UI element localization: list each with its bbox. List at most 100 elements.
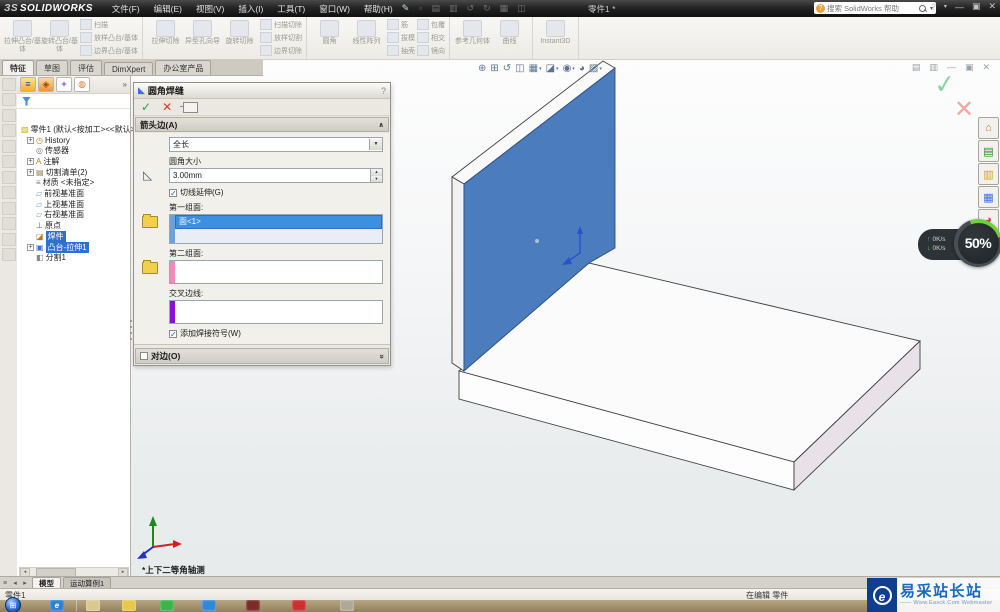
section-view-icon[interactable]: ◫ [515,63,524,75]
sketch-tool-icon[interactable] [1,108,16,122]
toolbar-button[interactable]: 曲线 [491,18,528,46]
detailed-preview-icon[interactable] [180,101,199,113]
tree-item[interactable]: ⊥ 原点 [27,221,61,231]
quick-access-icon[interactable]: ▤ [431,3,440,14]
expand-icon[interactable]: + [27,157,34,165]
menu-item[interactable]: 窗口(W) [312,3,357,15]
windows-explorer-icon[interactable] [86,600,100,611]
toolbar-button[interactable]: 扫描切除 [259,18,302,31]
toolbar-button[interactable]: 镜向 [416,44,445,57]
tree-item[interactable]: ▱ 上视基准面 [27,199,84,209]
toolbar-button[interactable]: 放样凸台/基体 [80,31,138,44]
origin-point[interactable] [535,239,539,243]
toolbar-button[interactable]: 异型孔向导 [184,18,221,46]
tree-item[interactable]: + A 注解 [27,156,59,166]
toolbar-button[interactable]: 包覆 [416,18,445,31]
menu-item[interactable]: 编辑(E) [147,3,189,15]
dimxpertmanager-tab-icon[interactable]: ◍ [74,76,90,92]
checkbox-unchecked-icon[interactable] [140,352,148,360]
tree-item[interactable]: + ▣ 凸台-拉伸1 [27,241,89,253]
quick-access-icon[interactable]: ▥ [449,3,458,14]
restore-doc-icon[interactable]: ▣ [965,62,974,73]
group2-selection-list[interactable] [169,260,383,284]
tab-办公室产品[interactable]: 办公室产品 [155,60,212,75]
sketch-tool-icon[interactable] [1,124,16,137]
confirm-cancel-icon[interactable]: ✕ [954,95,974,124]
tree-item[interactable]: ▱ 右视基准面 [27,210,84,220]
toolbar-button[interactable]: 放样切割 [259,31,302,44]
tab-草图[interactable]: 草图 [36,60,68,75]
menu-item[interactable]: 帮助(H) [357,3,400,15]
panel-expand-icon[interactable]: » [123,80,127,89]
tab-scroll-icon[interactable]: ◂ [10,579,20,587]
quick-access-icon[interactable]: ▦ [500,3,509,14]
tree-item[interactable]: ≡ 材质 <未指定> [27,178,94,188]
toolbar-button[interactable]: 线性阵列 [348,18,385,46]
cancel-button[interactable]: ✕ [162,101,172,113]
display-style-icon[interactable]: ◪ [546,63,555,75]
filter-funnel-icon[interactable] [22,96,31,106]
quick-access-icon[interactable]: ◫ [517,3,526,14]
sketch-tool-icon[interactable] [1,77,16,91]
file-explorer-icon[interactable]: ▥ [978,163,999,185]
arrow-side-section-header[interactable]: 箭头边(A) ∧ [135,117,389,132]
selected-face-item[interactable]: 面<1> [175,215,382,229]
tab-评估[interactable]: 评估 [70,60,102,75]
toolbar-button[interactable]: 边界切除 [259,44,302,57]
toolbar-button[interactable]: 圆角 [311,18,348,46]
tree-item[interactable]: ◪ 焊件 [27,230,66,242]
toolbar-button[interactable]: 扫描 [80,18,138,31]
quick-access-icon[interactable]: ↺ [467,3,475,14]
sketch-tool-icon[interactable] [1,170,16,184]
browser-icon[interactable] [202,600,216,611]
menu-item[interactable]: 视图(V) [189,3,231,15]
spin-down-icon[interactable]: ▼ [371,175,382,182]
tangent-propagation-checkbox[interactable]: ✓ 切线延伸(G) [169,187,383,198]
search-box[interactable]: ? 搜索 SolidWorks 帮助 ▾ [814,2,936,14]
toolbar-button[interactable]: 边界凸台/基体 [80,44,138,57]
expand-icon[interactable]: + [27,168,34,176]
menu-item[interactable]: 插入(I) [231,3,270,15]
tab-scroll-icon[interactable]: ≡ [0,580,10,587]
featuremanager-tab-icon[interactable]: ≡ [20,76,36,92]
dropdown-caret-icon[interactable]: ▼ [369,139,382,150]
internet-explorer-icon[interactable]: e [50,600,64,611]
hide-show-items-icon[interactable]: ◉ [563,63,572,75]
quick-access-icon[interactable]: ▫ [419,3,422,14]
expand-icon[interactable]: + [27,243,34,251]
scene-icon[interactable]: ▨ [589,63,598,75]
solidworks-resources-icon[interactable]: ⌂ [978,117,999,139]
toolbar-button[interactable]: 拉伸凸台/基体 [4,18,41,54]
previous-view-icon[interactable]: ↺ [503,63,511,75]
fillet-size-input[interactable]: 3.00mm ▲ ▼ [169,168,383,183]
app-gray-icon[interactable] [340,600,354,611]
menu-item[interactable]: 文件(F) [105,3,147,15]
sketch-tool-icon[interactable] [1,217,16,230]
collapse-section-icon[interactable]: ∧ [378,121,384,129]
group1-selection-list[interactable]: 面<1> [169,214,383,244]
memory-usage-ball[interactable]: 50% [954,219,1000,267]
sketch-pencil-icon[interactable]: ✎ [402,3,410,14]
sketch-tool-icon[interactable] [1,232,16,246]
ok-button[interactable]: ✓ [141,101,151,113]
sketch-tool-icon[interactable] [1,93,16,106]
sketch-tool-icon[interactable] [1,139,16,153]
search-icon[interactable] [918,4,926,12]
zoom-area-icon[interactable]: ⊞ [490,63,498,75]
checkbox-checked-icon[interactable]: ✓ [169,329,177,338]
wall-left-face[interactable] [451,176,465,372]
tab-特征[interactable]: 特征 [2,60,34,75]
tree-item[interactable]: ◎ 传感器 [27,146,69,156]
weld-length-select[interactable]: 全长 ▼ [169,137,383,152]
sketch-tool-icon[interactable] [1,201,16,215]
tree-item[interactable]: ◧ 分割1 [27,253,66,263]
spinner-buttons[interactable]: ▲ ▼ [370,169,382,182]
pm-help-icon[interactable]: ? [381,86,386,96]
zoom-fit-icon[interactable]: ⊕ [478,63,486,75]
help-button[interactable]: ? [931,2,936,12]
toolbar-button[interactable]: 拔模 [386,31,415,44]
dropdown-caret-icon[interactable]: ▾ [539,66,542,72]
tab-DimXpert[interactable]: DimXpert [104,62,154,75]
window-menu-icon[interactable]: ▤ [912,62,921,73]
expand-section-icon[interactable]: » [377,354,386,358]
